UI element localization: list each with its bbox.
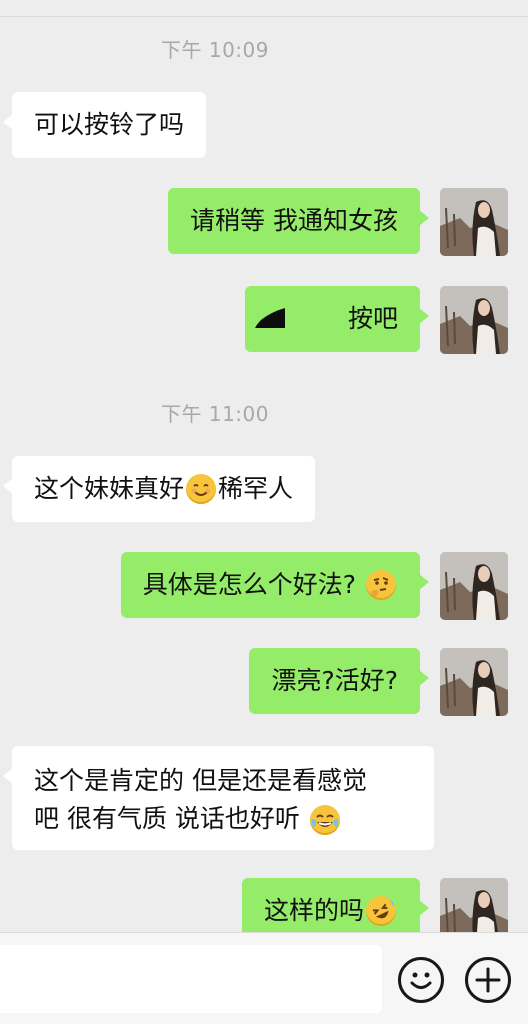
- timestamp: 下午 11:00: [161, 402, 269, 426]
- avatar-photo: [440, 648, 508, 716]
- message-text: 这个妹妹真好: [34, 474, 185, 503]
- rolling-laughing-emoji: [366, 896, 396, 926]
- header-divider: [0, 16, 528, 17]
- image-thumbnail-icon: [255, 308, 285, 328]
- chat-area[interactable]: 下午 10:09 可以按铃了吗 请稍等 我通知女孩 按吧 下午 11:00 这个…: [0, 0, 528, 932]
- avatar-photo: [440, 552, 508, 620]
- message-input[interactable]: [0, 945, 382, 1013]
- message-text: 按吧: [347, 304, 398, 333]
- outgoing-message[interactable]: 漂亮?活好?: [249, 648, 429, 714]
- smiling-face-emoji: [186, 474, 217, 504]
- message-text: 可以按铃了吗: [34, 110, 185, 139]
- emoji-button[interactable]: [398, 957, 444, 1003]
- message-text: 具体是怎么个好法?: [142, 570, 356, 599]
- message-text: 漂亮?活好?: [271, 666, 398, 695]
- avatar[interactable]: [440, 552, 508, 620]
- smiley-icon: [410, 972, 432, 989]
- timestamp: 下午 10:09: [161, 38, 269, 62]
- more-button[interactable]: [465, 957, 511, 1003]
- input-bar: [0, 932, 528, 1024]
- avatar[interactable]: [440, 878, 508, 932]
- incoming-message[interactable]: 这个是肯定的 但是还是看感觉 吧 很有气质 说话也好听: [3, 746, 434, 850]
- avatar[interactable]: [440, 648, 508, 716]
- avatar-photo: [440, 878, 508, 932]
- message-text-line: 这个是肯定的 但是还是看感觉: [34, 766, 367, 795]
- message-text-line: 吧 很有气质 说话也好听: [34, 804, 300, 833]
- outgoing-message[interactable]: 这样的吗: [241, 878, 430, 932]
- message-text: 稀罕人: [218, 474, 294, 503]
- avatar[interactable]: [440, 188, 508, 256]
- thinking-face-emoji: [366, 570, 396, 600]
- tears-of-joy-emoji: [309, 805, 340, 835]
- outgoing-message[interactable]: 请稍等 我通知女孩: [168, 188, 429, 254]
- outgoing-message[interactable]: 按吧: [245, 286, 429, 352]
- incoming-message[interactable]: 可以按铃了吗: [2, 92, 207, 158]
- avatar-photo: [440, 286, 508, 354]
- outgoing-message[interactable]: 具体是怎么个好法?: [120, 552, 430, 618]
- message-text: 请稍等 我通知女孩: [190, 206, 398, 235]
- message-text: 这样的吗: [263, 896, 364, 925]
- avatar-photo: [440, 188, 508, 256]
- incoming-message[interactable]: 这个妹妹真好 稀罕人: [2, 456, 316, 522]
- plus-circle-icon: [475, 967, 501, 993]
- avatar[interactable]: [440, 286, 508, 354]
